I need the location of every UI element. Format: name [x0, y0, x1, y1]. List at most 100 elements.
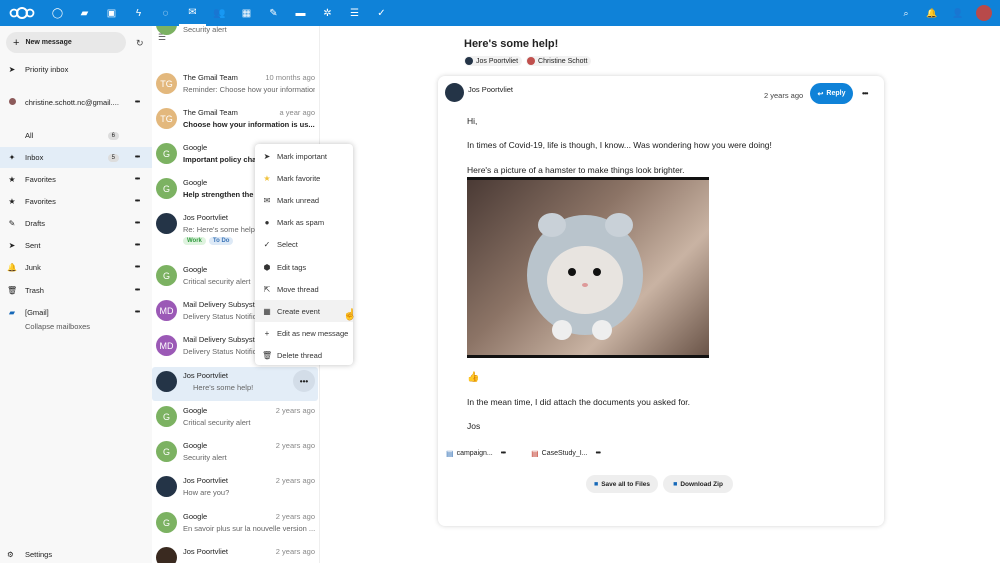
- save-all-label: Save all to Files: [601, 480, 650, 488]
- avatar: G: [156, 406, 177, 427]
- settings-button[interactable]: ⚙ Settings: [0, 546, 52, 562]
- message-row[interactable]: TG The Gmail Team 10 months ago Reminder: C…: [152, 69, 319, 103]
- notes-icon[interactable]: ✎: [260, 0, 287, 26]
- sender-avatar[interactable]: [445, 83, 464, 102]
- participant-name: Christine Schott: [538, 57, 588, 65]
- more-icon[interactable]: •••: [131, 198, 143, 205]
- message-row[interactable]: G Google 2 years ago En savoir plus sur la …: [152, 508, 319, 542]
- message-row[interactable]: Jos Poortvliet 2 years ago How are you?: [152, 472, 319, 506]
- user-avatar[interactable]: [976, 5, 992, 21]
- message-row[interactable]: Security alert: [152, 26, 319, 48]
- new-message-label: New message: [25, 39, 72, 46]
- more-icon[interactable]: •••: [131, 99, 143, 106]
- menu-item-mark-favorite[interactable]: ★ Mark favorite: [255, 167, 353, 189]
- menu-item-edit-as-new-message[interactable]: + Edit as new message: [255, 323, 353, 345]
- activity-icon[interactable]: ϟ: [125, 0, 152, 26]
- sidebar-item-junk[interactable]: 🔔 Junk •••: [0, 257, 152, 278]
- attachment-item[interactable]: ▤ campaign... •••: [446, 448, 506, 458]
- menu-item-create-event[interactable]: ▦ Create event: [255, 300, 353, 323]
- message-subject: Choose how your information is us...: [183, 120, 315, 129]
- sidebar-item-all[interactable]: All6•••: [0, 125, 152, 146]
- message-subject: Critical security alert: [183, 418, 251, 427]
- row-more-button[interactable]: •••: [293, 370, 315, 392]
- more-icon[interactable]: •••: [131, 264, 143, 271]
- deck-icon[interactable]: ▬: [287, 0, 314, 26]
- account-email: christine.schott.nc@gmail....: [25, 98, 119, 107]
- more-icon[interactable]: •••: [131, 309, 143, 316]
- message-date: 2 years ago: [275, 476, 315, 485]
- avatar: G: [156, 441, 177, 462]
- menu-item-edit-tags[interactable]: ⬢ Edit tags: [255, 256, 353, 278]
- mail-icon[interactable]: ✉: [179, 0, 206, 26]
- download-zip-label: Download Zip: [680, 480, 723, 488]
- reply-button[interactable]: ↩ Reply: [810, 83, 853, 104]
- contacts-icon[interactable]: 👥: [206, 0, 233, 26]
- contacts-menu-icon[interactable]: 👤: [950, 5, 966, 21]
- menu-item-delete-thread[interactable]: 🗑 Delete thread: [255, 345, 353, 367]
- more-icon[interactable]: •••: [131, 220, 143, 227]
- menu-item-mark-unread[interactable]: ✉ Mark unread: [255, 189, 353, 211]
- photos-icon[interactable]: ▣: [98, 0, 125, 26]
- message-more-button[interactable]: •••: [862, 89, 868, 98]
- message-subject: Security alert: [183, 26, 227, 34]
- more-icon[interactable]: •••: [131, 242, 143, 249]
- participant-chip[interactable]: Christine Schott: [526, 56, 592, 66]
- avatar: G: [156, 143, 177, 164]
- sidebar-item-sent[interactable]: ➤ Sent •••: [0, 235, 152, 256]
- hamster-photo: [467, 177, 709, 358]
- menu-item-label: Edit tags: [277, 262, 307, 272]
- folder-icon: ▰: [8, 308, 16, 317]
- sidebar-item-trash[interactable]: 🗑 Trash •••: [0, 280, 152, 301]
- sidebar-item-favorites[interactable]: ★ Favorites •••: [0, 169, 152, 190]
- menu-item-mark-important[interactable]: ➤ Mark important: [255, 145, 353, 167]
- message-row[interactable]: TG The Gmail Team a year ago Choose how you…: [152, 104, 319, 138]
- refresh-icon[interactable]: ↻: [136, 38, 144, 49]
- done-icon[interactable]: ✓: [368, 0, 395, 26]
- sidebar-item-drafts[interactable]: ✎ Drafts •••: [0, 213, 152, 234]
- sidebar-item-label: Priority inbox: [25, 65, 69, 74]
- calendar-icon[interactable]: ▦: [233, 0, 260, 26]
- more-icon[interactable]: •••: [131, 176, 143, 183]
- menu-item-mark-as-spam[interactable]: ● Mark as spam: [255, 212, 353, 234]
- more-icon[interactable]: •••: [131, 154, 143, 161]
- search-icon[interactable]: ⌕: [898, 5, 914, 21]
- nextcloud-logo[interactable]: [4, 0, 40, 26]
- checklist-icon[interactable]: ☰: [341, 0, 368, 26]
- avatar: MD: [156, 300, 177, 321]
- more-icon[interactable]: •••: [596, 450, 601, 457]
- menu-item-move-thread[interactable]: ⇱ Move thread: [255, 278, 353, 300]
- plus-icon: +: [13, 36, 20, 49]
- download-zip-button[interactable]: ■ Download Zip: [663, 475, 733, 493]
- participant-chip[interactable]: Jos Poortvliet: [464, 56, 523, 66]
- more-icon[interactable]: •••: [131, 287, 143, 294]
- sidebar-item-inbox[interactable]: ✦ Inbox 5 •••: [0, 147, 152, 168]
- sidebar-item-gmail[interactable]: ▰ [Gmail] •••: [0, 302, 152, 323]
- message-date: 2 years ago: [275, 441, 315, 450]
- participants: Jos Poortvliet Christine Schott: [464, 56, 592, 66]
- collapse-mailboxes-link[interactable]: Collapse mailboxes: [25, 322, 90, 331]
- notifications-icon[interactable]: 🔔: [924, 5, 940, 21]
- files-icon[interactable]: ▰: [71, 0, 98, 26]
- menu-item-label: Mark as spam: [277, 218, 325, 228]
- message-date: 2 years ago: [764, 91, 804, 100]
- sender-name[interactable]: Jos Poortvliet: [468, 85, 513, 94]
- message-row[interactable]: G Google 2 years ago Security alert: [152, 437, 319, 471]
- message-row[interactable]: G Google 2 years ago Critical security aler…: [152, 402, 319, 436]
- dashboard-icon[interactable]: ◯: [44, 0, 71, 26]
- sidebar-item-priority-inbox[interactable]: ➤ Priority inbox: [0, 59, 152, 80]
- sidebar-item-favorites[interactable]: ★ Favorites •••: [0, 191, 152, 212]
- new-message-button[interactable]: + New message: [6, 32, 126, 53]
- attachment-item[interactable]: ▤ CaseStudy_I... •••: [531, 449, 601, 458]
- account-avatar: [7, 98, 17, 107]
- tasks-icon[interactable]: ✲: [314, 0, 341, 26]
- talk-icon[interactable]: ◌: [152, 0, 179, 26]
- save-all-to-files-button[interactable]: ■ Save all to Files: [586, 475, 658, 493]
- body-line: Jos: [467, 421, 481, 431]
- more-icon[interactable]: •••: [501, 450, 506, 457]
- message-row[interactable]: Jos Poortvliet 2 years ago: [152, 543, 319, 563]
- avatar: [156, 547, 177, 563]
- document-icon: ▤: [446, 448, 454, 458]
- message-date: 2 years ago: [275, 406, 315, 415]
- sidebar-account[interactable]: christine.schott.nc@gmail.... •••: [0, 92, 152, 113]
- menu-item-select[interactable]: ✓ Select: [255, 234, 353, 256]
